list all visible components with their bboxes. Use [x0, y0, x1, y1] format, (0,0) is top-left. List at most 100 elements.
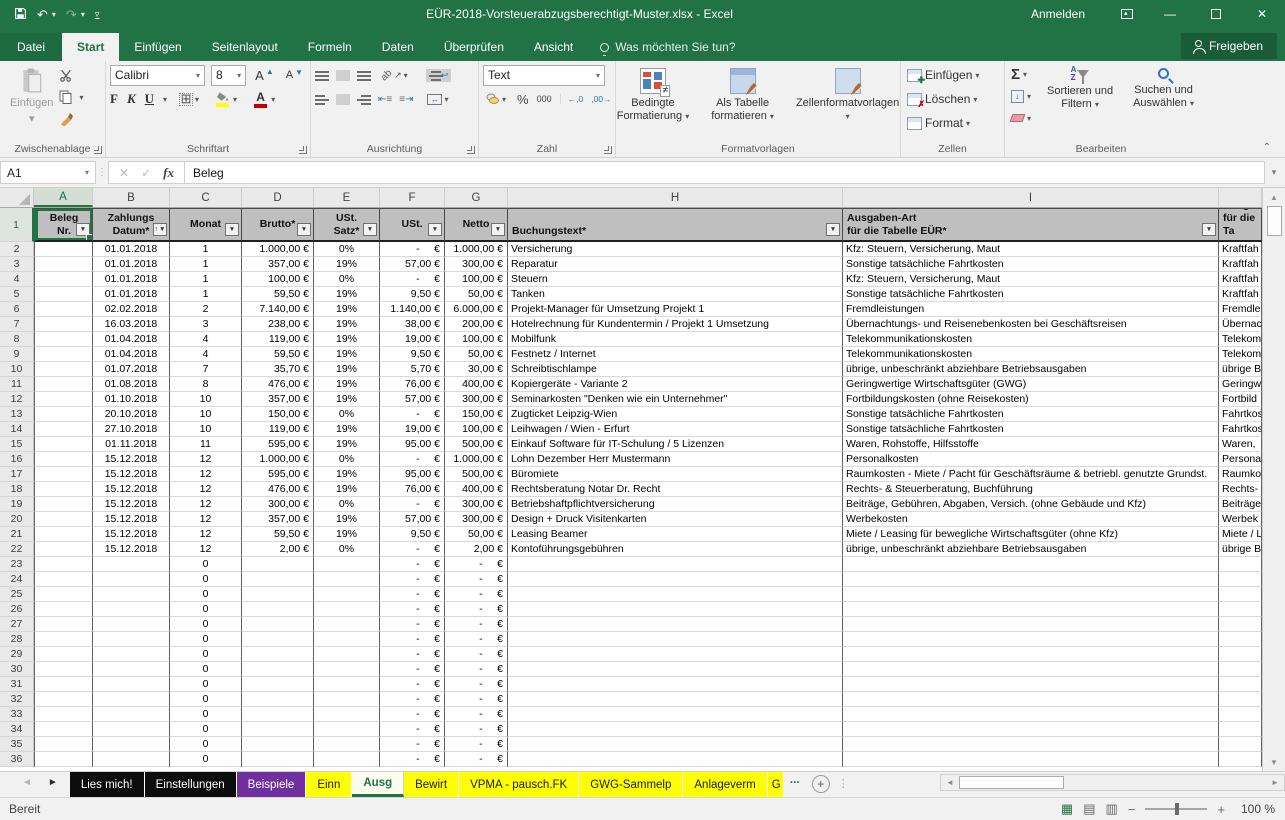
- cell[interactable]: Kraftfah: [1219, 272, 1262, 287]
- row-header-10[interactable]: 10: [0, 362, 34, 377]
- font-dialog-launcher[interactable]: [299, 146, 307, 154]
- cell[interactable]: Übernac: [1219, 317, 1262, 332]
- close-button[interactable]: ✕: [1239, 0, 1285, 28]
- row-header-22[interactable]: 22: [0, 542, 34, 557]
- cell[interactable]: 01.01.2018: [93, 272, 170, 287]
- cell[interactable]: 0: [170, 722, 242, 737]
- column-header-F[interactable]: F: [380, 188, 445, 207]
- cell[interactable]: [34, 392, 93, 407]
- cell[interactable]: 10: [170, 422, 242, 437]
- conditional-formatting-button[interactable]: ≠ BedingteFormatierung ▾: [611, 64, 696, 141]
- cell[interactable]: [508, 707, 843, 722]
- row-header-12[interactable]: 12: [0, 392, 34, 407]
- cell[interactable]: Projekt-Manager für Umsetzung Projekt 1: [508, 302, 843, 317]
- row-header-9[interactable]: 9: [0, 347, 34, 362]
- cell[interactable]: - €: [380, 272, 445, 287]
- header-cell[interactable]: Netto▼: [445, 208, 508, 242]
- cell[interactable]: Tanken: [508, 287, 843, 302]
- cell[interactable]: 0: [170, 572, 242, 587]
- delete-cells-button[interactable]: ✗Löschen▾: [905, 89, 1000, 109]
- cell[interactable]: 01.01.2018: [93, 287, 170, 302]
- cell[interactable]: - €: [380, 662, 445, 677]
- cell[interactable]: [242, 737, 314, 752]
- cell[interactable]: 8: [170, 377, 242, 392]
- sheet-tab-ausg[interactable]: Ausg: [352, 772, 404, 797]
- cell[interactable]: Raumko: [1219, 467, 1262, 482]
- cell[interactable]: [242, 587, 314, 602]
- cell[interactable]: [242, 677, 314, 692]
- row-header-23[interactable]: 23: [0, 557, 34, 572]
- sheet-tab-einn[interactable]: Einn: [306, 772, 352, 797]
- cell[interactable]: 19%: [314, 422, 380, 437]
- copy-icon[interactable]: ▾: [59, 88, 83, 106]
- cell[interactable]: 0: [170, 662, 242, 677]
- cell[interactable]: - €: [445, 572, 508, 587]
- cell[interactable]: Steuern: [508, 272, 843, 287]
- cell[interactable]: 19%: [314, 317, 380, 332]
- row-header-2[interactable]: 2: [0, 242, 34, 257]
- sort-filter-button-icon[interactable]: ↑▼: [153, 223, 167, 236]
- number-format-combo[interactable]: Text▾: [483, 65, 605, 86]
- cell[interactable]: [34, 557, 93, 572]
- cell[interactable]: 0: [170, 707, 242, 722]
- cell[interactable]: [93, 707, 170, 722]
- cell[interactable]: 19%: [314, 302, 380, 317]
- align-middle-icon[interactable]: [336, 70, 350, 81]
- cell[interactable]: - €: [380, 587, 445, 602]
- cell[interactable]: 15.12.2018: [93, 512, 170, 527]
- cell[interactable]: Zugticket Leipzig-Wien: [508, 407, 843, 422]
- cell[interactable]: 19%: [314, 257, 380, 272]
- merge-center-icon[interactable]: ↔▾: [424, 93, 451, 106]
- cell[interactable]: 19%: [314, 287, 380, 302]
- cell[interactable]: 7: [170, 362, 242, 377]
- minimize-button[interactable]: —: [1147, 0, 1193, 28]
- cell[interactable]: Sonstige tatsächliche Fahrtkosten: [843, 287, 1219, 302]
- cell[interactable]: [1219, 722, 1262, 737]
- cell[interactable]: 38,00 €: [380, 317, 445, 332]
- cell[interactable]: 595,00 €: [242, 437, 314, 452]
- cell[interactable]: - €: [445, 722, 508, 737]
- cell[interactable]: 1.000,00 €: [242, 242, 314, 257]
- cell[interactable]: 01.04.2018: [93, 347, 170, 362]
- cell[interactable]: [93, 617, 170, 632]
- cell[interactable]: 59,50 €: [242, 527, 314, 542]
- cell[interactable]: Fortbild: [1219, 392, 1262, 407]
- font-color-icon[interactable]: A▾: [249, 90, 278, 109]
- cell[interactable]: 12: [170, 542, 242, 557]
- header-cell[interactable]: BelegNr.▼: [34, 208, 93, 242]
- cell[interactable]: [34, 647, 93, 662]
- formula-input[interactable]: Beleg: [184, 161, 1265, 184]
- cell[interactable]: 400,00 €: [445, 377, 508, 392]
- cell[interactable]: 76,00 €: [380, 482, 445, 497]
- cell[interactable]: 15.12.2018: [93, 527, 170, 542]
- vertical-scroll-thumb[interactable]: [1267, 206, 1282, 236]
- expand-formula-bar-icon[interactable]: ▾: [1265, 161, 1283, 184]
- cell[interactable]: [508, 557, 843, 572]
- cell[interactable]: [34, 482, 93, 497]
- cell[interactable]: [242, 602, 314, 617]
- cell[interactable]: [93, 677, 170, 692]
- cell[interactable]: 01.04.2018: [93, 332, 170, 347]
- comma-style-icon[interactable]: 000: [537, 94, 552, 104]
- cell[interactable]: [314, 632, 380, 647]
- account-button[interactable]: Anmelden: [1009, 7, 1107, 21]
- align-center-icon[interactable]: [336, 94, 350, 105]
- cell[interactable]: Kfz: Steuern, Versicherung, Maut: [843, 272, 1219, 287]
- clipboard-dialog-launcher[interactable]: [94, 146, 102, 154]
- cell[interactable]: - €: [445, 707, 508, 722]
- cell[interactable]: Fremdleistungen: [843, 302, 1219, 317]
- cell[interactable]: [93, 557, 170, 572]
- cell[interactable]: [314, 602, 380, 617]
- cell[interactable]: [314, 752, 380, 767]
- cell[interactable]: [508, 752, 843, 767]
- cell[interactable]: [1219, 647, 1262, 662]
- cell[interactable]: [1219, 662, 1262, 677]
- cell[interactable]: Geringw: [1219, 377, 1262, 392]
- cell[interactable]: Fahrtkos: [1219, 422, 1262, 437]
- horizontal-scrollbar[interactable]: ◄ ►: [940, 774, 1285, 791]
- cell[interactable]: 01.07.2018: [93, 362, 170, 377]
- cell[interactable]: Kfz: Steuern, Versicherung, Maut: [843, 242, 1219, 257]
- decrease-decimal-icon[interactable]: ,00→: [591, 94, 611, 104]
- cut-icon[interactable]: [59, 66, 83, 84]
- cell[interactable]: [34, 512, 93, 527]
